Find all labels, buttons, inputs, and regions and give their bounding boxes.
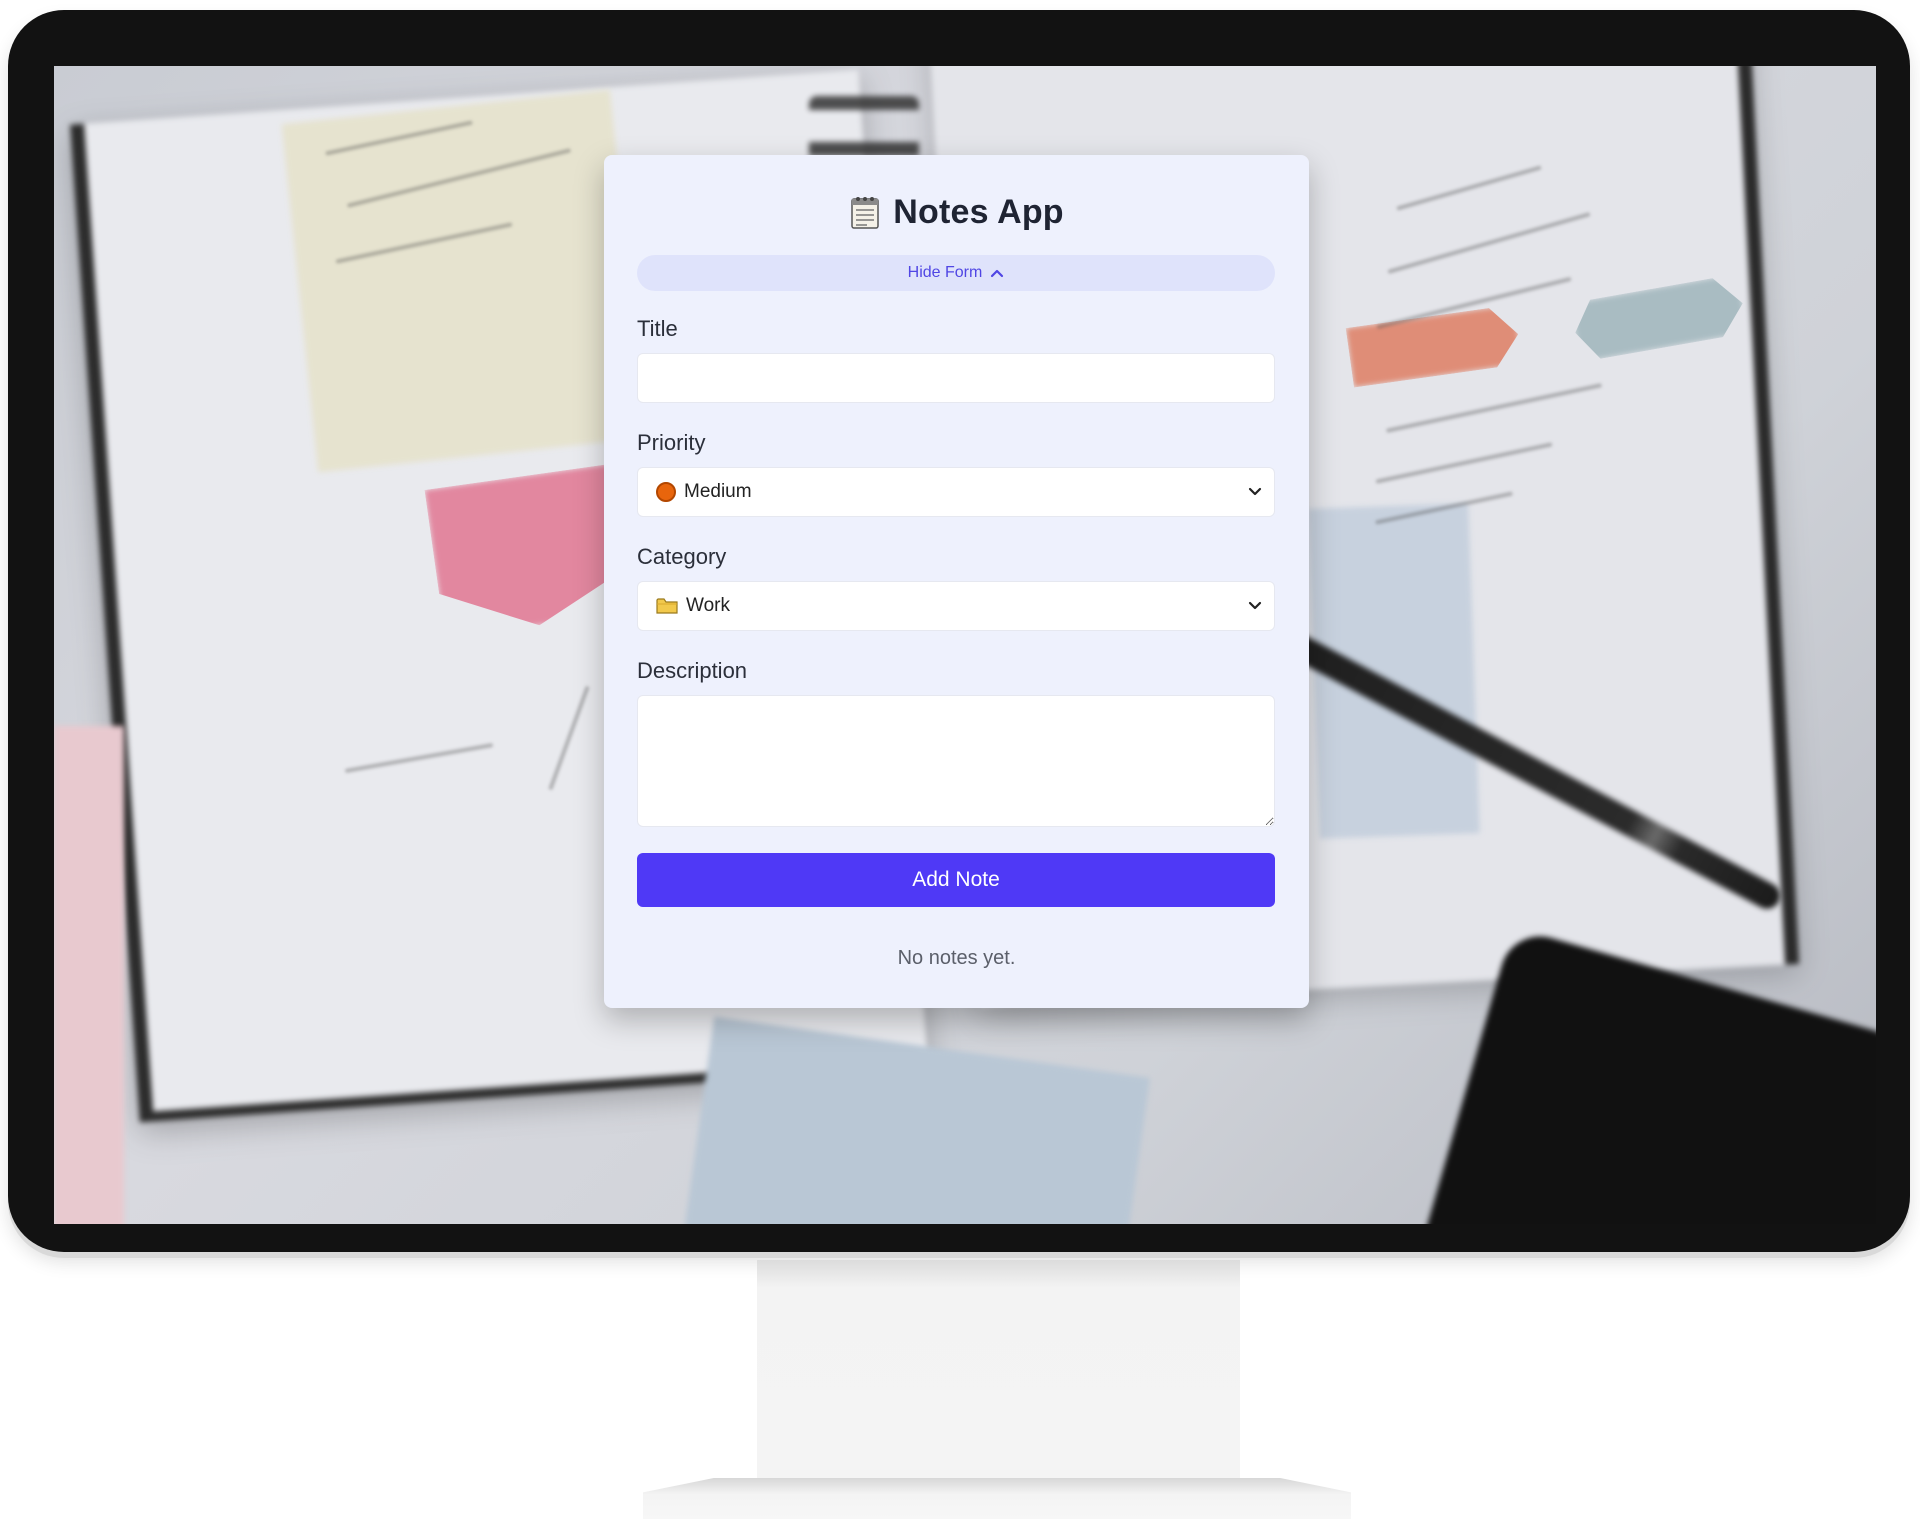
priority-label: Priority xyxy=(637,430,706,455)
chevron-down-icon xyxy=(1248,487,1262,496)
priority-selected-value: Medium xyxy=(684,481,752,502)
app-title: Notes App xyxy=(893,192,1064,231)
notepad-icon xyxy=(851,197,879,229)
description-label: Description xyxy=(637,658,748,683)
category-label: Category xyxy=(637,544,727,569)
chevron-down-icon xyxy=(1248,601,1262,610)
hide-form-label: Hide Form xyxy=(907,264,983,281)
hide-form-button[interactable]: Hide Form xyxy=(637,255,1275,291)
orange-circle-icon xyxy=(656,482,676,502)
monitor-stand-base xyxy=(643,1478,1351,1519)
category-selected-value: Work xyxy=(686,595,730,616)
notes-app-card: Notes App Hide Form Title Priority Mediu… xyxy=(604,155,1309,1008)
chevron-up-icon xyxy=(991,269,1004,278)
folder-icon xyxy=(656,598,678,614)
empty-notes-message: No notes yet. xyxy=(897,947,1016,969)
background-paper-stack xyxy=(54,726,124,1224)
priority-select[interactable]: Medium xyxy=(637,467,1275,517)
add-note-button[interactable]: Add Note xyxy=(637,853,1275,907)
monitor-stand-neck xyxy=(757,1260,1240,1490)
title-label: Title xyxy=(637,316,678,341)
title-input[interactable] xyxy=(637,353,1275,403)
note-form: Title Priority Medium Category Work Desc… xyxy=(637,317,1276,907)
app-header: Notes App xyxy=(637,189,1276,235)
background-blue-card xyxy=(678,1016,1150,1224)
description-textarea[interactable] xyxy=(637,695,1275,827)
category-select[interactable]: Work xyxy=(637,581,1275,631)
background-sticky-note-yellow xyxy=(281,89,647,473)
